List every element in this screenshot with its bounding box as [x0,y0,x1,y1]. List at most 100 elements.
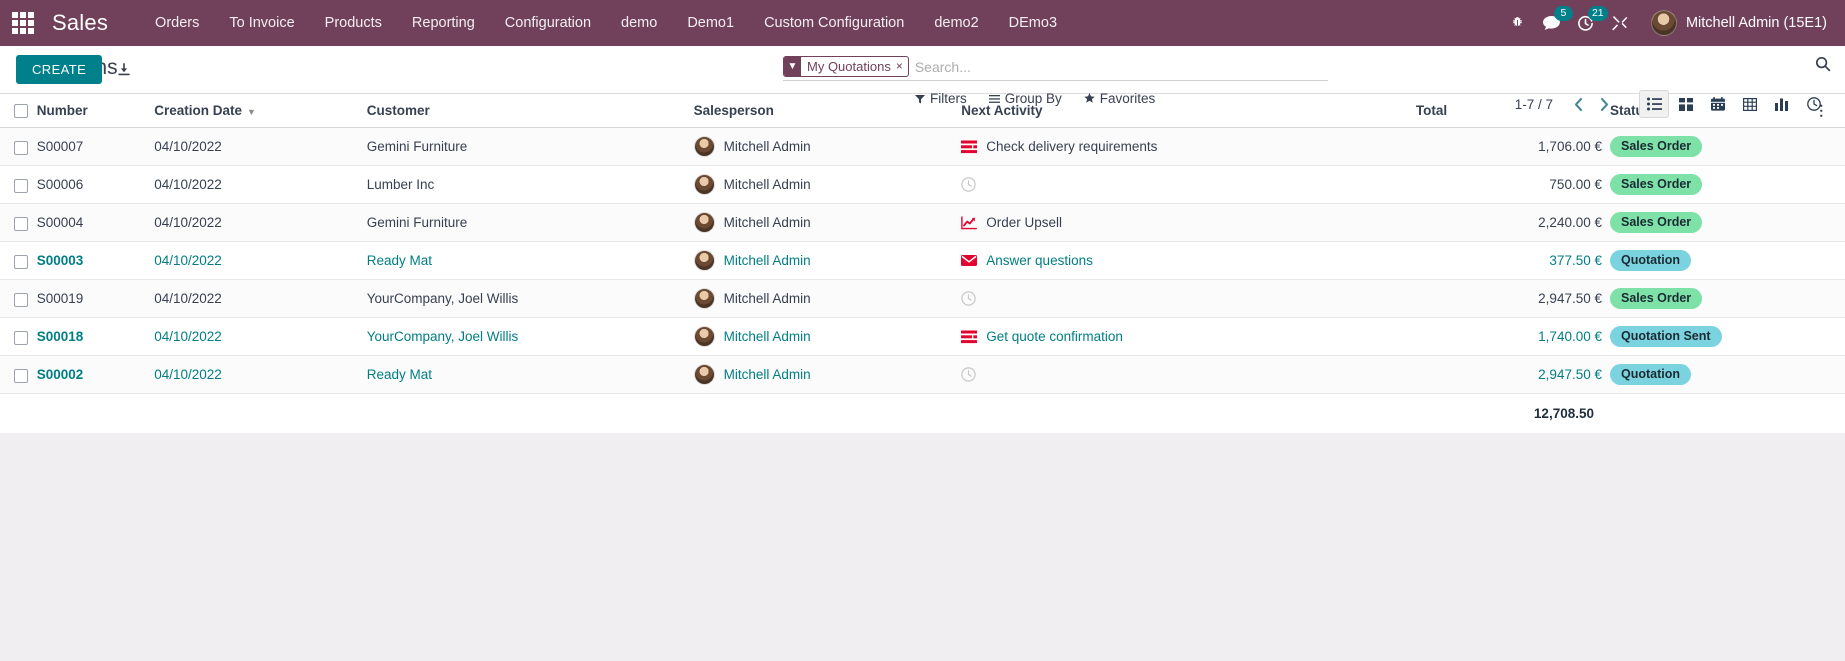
status-badge: Sales Order [1609,288,1703,310]
activity-type-icon[interactable] [961,177,976,193]
developer-tools-icon[interactable] [1603,0,1637,46]
salesperson-name: Mitchell Admin [723,329,811,345]
list-view: Number Creation Date ▼ Customer Salespers… [0,94,1845,434]
column-header-number[interactable]: Number [36,94,155,129]
cell-next-activity[interactable]: Answer questions [961,241,1416,281]
row-checkbox[interactable] [14,178,28,193]
cell-total: 2,947.50 € [1415,279,1610,319]
calendar-view-button[interactable] [1703,90,1733,118]
facet-remove-icon[interactable]: × [896,57,908,76]
cell-next-activity[interactable]: Get quote confirmation [961,317,1416,357]
select-all-checkbox[interactable] [14,104,28,119]
activity-type-icon [961,254,978,267]
table-footer-row: 12,708.50 [0,393,1845,434]
activities-clock-icon[interactable]: 21 [1569,0,1608,46]
search-bar[interactable]: ▼ My Quotations × [783,55,1328,81]
table-row[interactable]: S00003 04/10/2022 Ready Mat Mitchell Admin A… [0,241,1845,281]
cell-next-activity[interactable] [961,355,1416,395]
bug-icon[interactable] [1501,0,1535,46]
activity-type-icon[interactable] [961,291,976,307]
table-row[interactable]: S00002 04/10/2022 Ready Mat Mitchell Admin 2… [0,355,1845,395]
menu-orders[interactable]: Orders [140,0,214,46]
row-checkbox[interactable] [14,140,28,155]
next-activity-label: Answer questions [986,253,1093,269]
menu-reporting[interactable]: Reporting [397,0,490,46]
clock-empty-icon [961,177,976,193]
cell-next-activity[interactable]: Check delivery requirements [961,127,1416,167]
messages-icon[interactable]: 5 [1535,0,1573,46]
row-checkbox[interactable] [14,330,28,345]
cell-salesperson: Mitchell Admin [693,241,962,281]
cell-status: Quotation [1609,355,1815,395]
row-checkbox[interactable] [14,216,28,231]
column-header-creation-date[interactable]: Creation Date ▼ [154,94,367,129]
cell-status: Sales Order [1609,203,1815,243]
pivot-view-button[interactable] [1735,90,1765,118]
cell-status: Sales Order [1609,127,1815,167]
cell-number[interactable]: S00006 [36,165,155,205]
menu-custom-configuration[interactable]: Custom Configuration [749,0,919,46]
cell-total: 2,240.00 € [1415,203,1610,243]
activity-view-button[interactable] [1799,90,1829,118]
cell-next-activity[interactable] [961,279,1416,319]
favorites-button[interactable]: Favorites [1084,91,1155,106]
import-download-icon[interactable] [116,62,132,78]
pivot-table-icon [1743,97,1757,111]
cell-number[interactable]: S00003 [36,241,155,281]
table-row[interactable]: S00019 04/10/2022 YourCompany, Joel Willis… [0,279,1845,319]
status-badge: Sales Order [1609,136,1703,158]
row-checkbox[interactable] [14,254,28,269]
graph-view-button[interactable] [1767,90,1797,118]
next-page-icon[interactable] [1591,91,1617,117]
row-checkbox[interactable] [14,368,28,383]
create-button[interactable]: CREATE [16,55,103,84]
search-facet-my-quotations[interactable]: ▼ My Quotations × [783,56,909,77]
cell-number[interactable]: S00019 [36,279,155,319]
cell-number[interactable]: S00018 [36,317,155,357]
search-input[interactable] [908,56,1328,77]
user-name: Mitchell Admin (15E1) [1685,15,1827,31]
envelope-icon [961,255,978,267]
list-view-button[interactable] [1639,90,1669,118]
row-checkbox[interactable] [14,292,28,307]
filters-button[interactable]: Filters [915,91,967,106]
app-brand-sales[interactable]: Sales [44,10,116,36]
menu-demo2[interactable]: demo2 [919,0,993,46]
filters-label: Filters [930,91,967,106]
table-row[interactable]: S00018 04/10/2022 YourCompany, Joel Willis… [0,317,1845,357]
activity-type-icon[interactable] [961,367,976,383]
cell-creation-date: 04/10/2022 [154,203,367,243]
table-row[interactable]: S00007 04/10/2022 Gemini Furniture Mitchell… [0,127,1845,167]
menu-demo1[interactable]: Demo1 [672,0,749,46]
row-select-cell [0,203,37,243]
table-row[interactable]: S00006 04/10/2022 Lumber Inc Mitchell Admin… [0,165,1845,205]
todo-list-icon [961,330,978,344]
menu-demo[interactable]: demo [606,0,672,46]
cell-customer: Lumber Inc [366,165,694,205]
menu-configuration[interactable]: Configuration [490,0,606,46]
menu-products[interactable]: Products [310,0,397,46]
clock-empty-icon [961,367,976,383]
cell-next-activity[interactable]: Order Upsell [961,203,1416,243]
apps-grid-icon[interactable] [8,8,38,38]
user-menu[interactable]: Mitchell Admin (15E1) [1650,10,1831,36]
previous-page-icon[interactable] [1565,91,1591,117]
cell-creation-date: 04/10/2022 [154,355,367,395]
salesperson-avatar [693,250,715,272]
kanban-view-button[interactable] [1671,90,1701,118]
calendar-icon [1711,97,1725,111]
menu-to-invoice[interactable]: To Invoice [214,0,309,46]
table-row[interactable]: S00004 04/10/2022 Gemini Furniture Mitchell… [0,203,1845,243]
status-badge: Sales Order [1609,174,1703,196]
cell-number[interactable]: S00002 [36,355,155,395]
cell-number[interactable]: S00007 [36,127,155,167]
cell-total: 377.50 € [1415,241,1610,281]
column-header-customer[interactable]: Customer [366,94,694,129]
search-icon[interactable] [1815,56,1831,77]
trend-up-icon [961,216,978,230]
menu-demo3[interactable]: DEmo3 [994,0,1072,46]
group-by-button[interactable]: Group By [988,91,1062,106]
cell-next-activity[interactable] [961,165,1416,205]
cell-number[interactable]: S00004 [36,203,155,243]
row-select-cell [0,279,37,319]
